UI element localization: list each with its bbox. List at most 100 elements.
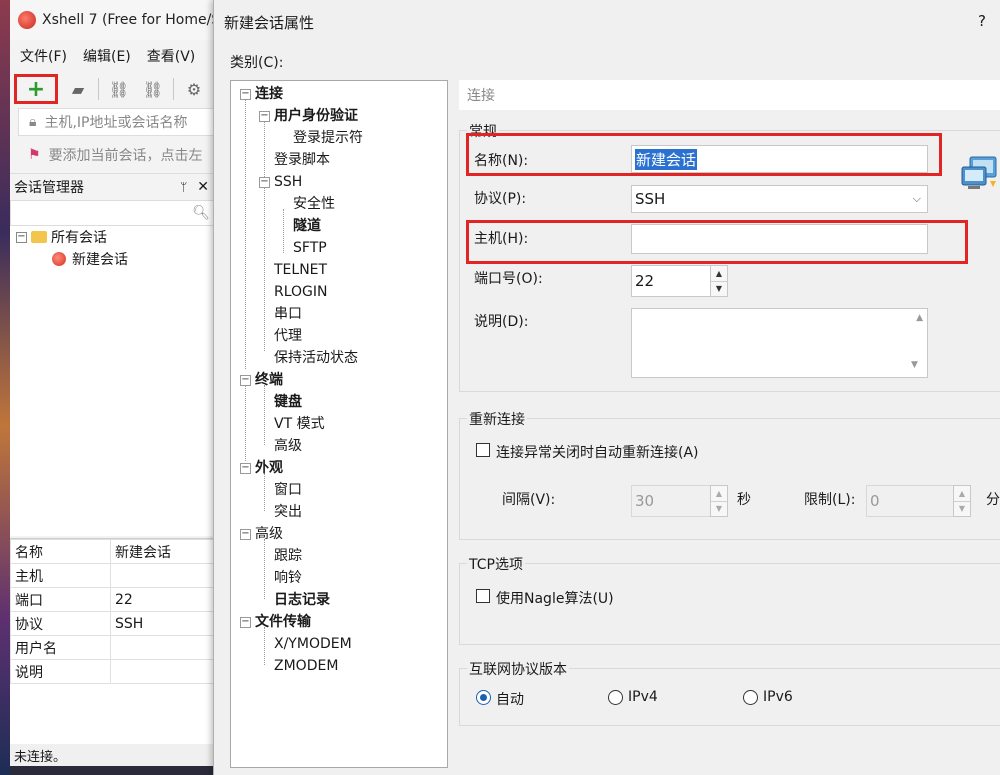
category-advanced[interactable]: 高级 xyxy=(255,523,283,545)
xshell-logo-icon xyxy=(18,11,36,29)
decrement-icon[interactable]: ▼ xyxy=(711,502,727,517)
collapse-icon[interactable]: − xyxy=(16,231,27,243)
search-icon[interactable]: 🔍︎ xyxy=(192,205,210,221)
collapse-icon[interactable]: − xyxy=(240,617,251,628)
category-serial[interactable]: 串口 xyxy=(274,303,302,325)
new-session-button[interactable]: + xyxy=(14,74,58,104)
tree-node-new-session[interactable]: 新建会话 xyxy=(10,248,215,270)
category-terminal[interactable]: 终端 xyxy=(255,369,283,391)
ip-auto-radio[interactable] xyxy=(476,690,491,705)
collapse-icon[interactable]: − xyxy=(240,529,251,540)
category-file-transfer[interactable]: 文件传输 xyxy=(255,611,311,633)
category-appearance[interactable]: 外观 xyxy=(255,457,283,479)
help-button[interactable]: ? xyxy=(978,12,986,30)
category-sftp[interactable]: SFTP xyxy=(293,237,327,259)
protocol-select[interactable]: SSH ⌵ xyxy=(631,185,928,213)
auto-reconnect-checkbox[interactable] xyxy=(476,443,490,457)
description-field[interactable]: ▲ xyxy=(631,308,928,378)
category-tunneling[interactable]: 隧道 xyxy=(293,215,321,237)
category-highlight[interactable]: 突出 xyxy=(274,501,302,523)
table-row: 用户名 xyxy=(10,635,215,660)
auto-reconnect-label[interactable]: 连接异常关闭时自动重新连接(A) xyxy=(496,442,699,462)
category-bell[interactable]: 响铃 xyxy=(274,567,302,589)
category-connection[interactable]: 连接 xyxy=(255,83,283,105)
menu-view[interactable]: 查看(V) xyxy=(147,46,196,66)
decrement-icon[interactable]: ▼ xyxy=(954,502,970,517)
bookmark-icon: ⚑ xyxy=(28,147,41,163)
status-text: 未连接。 xyxy=(14,749,67,765)
ipv4-radio[interactable] xyxy=(608,690,623,705)
ipv4-label[interactable]: IPv4 xyxy=(628,689,658,705)
interval-stepper[interactable]: ▲ ▼ xyxy=(710,485,728,517)
collapse-icon[interactable]: − xyxy=(240,375,251,386)
prop-key: 名称 xyxy=(10,539,111,564)
collapse-icon[interactable]: − xyxy=(240,89,251,100)
category-rlogin[interactable]: RLOGIN xyxy=(274,281,328,303)
category-trace[interactable]: 跟踪 xyxy=(274,545,302,567)
category-security[interactable]: 安全性 xyxy=(293,193,335,215)
scroll-down-icon[interactable]: ▼ xyxy=(911,360,918,370)
nagle-checkbox[interactable] xyxy=(476,589,490,603)
category-ssh[interactable]: SSH xyxy=(274,171,302,193)
scroll-up-icon[interactable]: ▲ xyxy=(916,313,923,323)
xshell-title: Xshell 7 (Free for Home/S xyxy=(42,12,215,28)
ip-auto-label[interactable]: 自动 xyxy=(496,689,524,709)
category-telnet[interactable]: TELNET xyxy=(274,259,327,281)
category-keyboard[interactable]: 键盘 xyxy=(274,391,302,413)
open-folder-icon[interactable]: ▰ xyxy=(64,77,92,101)
toolbar-divider xyxy=(173,78,174,100)
decrement-icon[interactable]: ▼ xyxy=(711,282,727,297)
chevron-down-icon[interactable]: ⌵ xyxy=(913,192,921,206)
session-manager-header: 会话管理器 ᛘ ✕ xyxy=(10,173,215,199)
prop-key: 用户名 xyxy=(10,635,111,660)
collapse-icon[interactable]: − xyxy=(240,463,251,474)
connect-icon[interactable]: ⛓ xyxy=(105,77,133,101)
category-logging[interactable]: 日志记录 xyxy=(274,589,330,611)
tree-line xyxy=(245,99,246,369)
collapse-icon[interactable]: − xyxy=(259,111,270,122)
host-field[interactable] xyxy=(631,224,928,254)
port-stepper[interactable]: ▲ ▼ xyxy=(710,265,728,297)
disconnect-icon[interactable]: ⛓ xyxy=(139,77,167,101)
limit-field[interactable]: 0 xyxy=(866,485,954,517)
prop-key: 主机 xyxy=(10,563,111,588)
prop-key: 协议 xyxy=(10,611,111,636)
category-window[interactable]: 窗口 xyxy=(274,479,302,501)
limit-stepper[interactable]: ▲ ▼ xyxy=(953,485,971,517)
name-field[interactable]: 新建会话 xyxy=(631,145,928,173)
name-label: 名称(N): xyxy=(474,153,529,169)
panel-header: 连接 xyxy=(459,80,1000,110)
session-tree: − 所有会话 新建会话 xyxy=(10,226,215,536)
menu-file[interactable]: 文件(F) xyxy=(20,46,67,66)
category-zmodem[interactable]: ZMODEM xyxy=(274,655,338,677)
ipv6-label[interactable]: IPv6 xyxy=(763,689,793,705)
category-vt-mode[interactable]: VT 模式 xyxy=(274,413,325,435)
tree-line xyxy=(264,385,265,445)
interval-field[interactable]: 30 xyxy=(631,485,711,517)
increment-icon[interactable]: ▲ xyxy=(954,486,970,502)
description-label: 说明(D): xyxy=(474,314,529,330)
category-user-auth[interactable]: 用户身份验证 xyxy=(274,105,358,127)
pin-icon[interactable]: ᛘ xyxy=(180,180,187,194)
tree-node-all-sessions[interactable]: − 所有会话 xyxy=(10,226,215,248)
category-keep-alive[interactable]: 保持活动状态 xyxy=(274,347,358,369)
category-proxy[interactable]: 代理 xyxy=(274,325,302,347)
xshell-menubar: 文件(F) 编辑(E) 查看(V) xyxy=(10,42,215,70)
collapse-icon[interactable]: − xyxy=(259,177,270,188)
port-field[interactable]: 22 xyxy=(631,265,711,297)
close-icon[interactable]: ✕ xyxy=(197,179,209,195)
address-bar[interactable]: 🔒︎ 主机,IP地址或会话名称 xyxy=(18,108,215,136)
category-login-prompt[interactable]: 登录提示符 xyxy=(293,127,363,149)
category-xymodem[interactable]: X/YMODEM xyxy=(274,633,352,655)
session-manager-title: 会话管理器 xyxy=(14,179,84,196)
category-login-script[interactable]: 登录脚本 xyxy=(274,149,330,171)
menu-edit[interactable]: 编辑(E) xyxy=(83,46,131,66)
nagle-label[interactable]: 使用Nagle算法(U) xyxy=(496,588,614,608)
category-terminal-advanced[interactable]: 高级 xyxy=(274,435,302,457)
session-search-input[interactable]: 🔍︎ xyxy=(10,200,215,226)
properties-icon[interactable]: ⚙ xyxy=(180,77,208,101)
session-properties-table: 名称 新建会话 主机 端口 22 协议 SSH 用户名 说明 xyxy=(10,538,215,744)
increment-icon[interactable]: ▲ xyxy=(711,266,727,282)
increment-icon[interactable]: ▲ xyxy=(711,486,727,502)
ipv6-radio[interactable] xyxy=(743,690,758,705)
